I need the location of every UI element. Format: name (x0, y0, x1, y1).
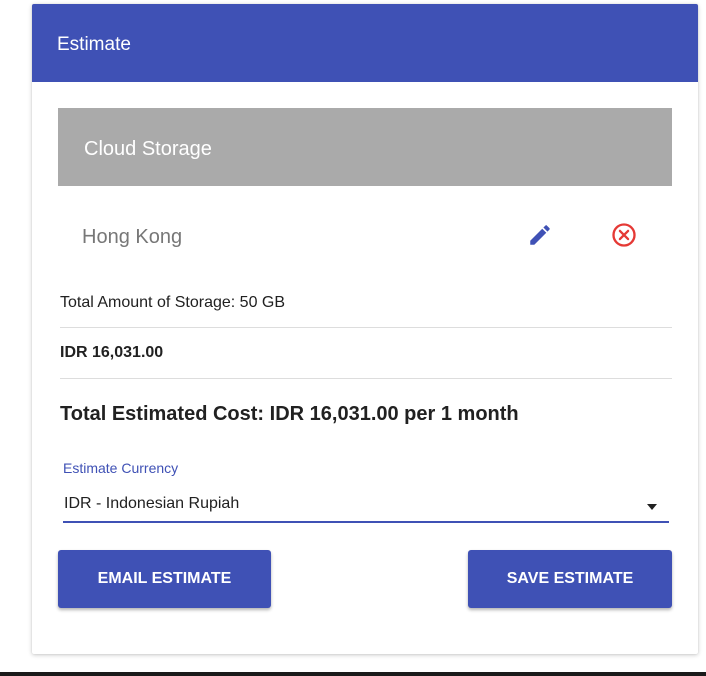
pencil-icon (530, 225, 550, 245)
service-header: Cloud Storage (58, 108, 672, 186)
email-estimate-button[interactable]: EMAIL ESTIMATE (58, 550, 271, 608)
total-estimated-cost: Total Estimated Cost: IDR 16,031.00 per … (60, 403, 519, 425)
card-header: Estimate (32, 4, 698, 82)
currency-select[interactable]: IDR - Indonesian Rupiah (63, 487, 669, 523)
service-name: Cloud Storage (84, 138, 212, 160)
edit-button[interactable] (524, 219, 556, 251)
estimate-card: Estimate Cloud Storage Hong Kong Total A… (32, 4, 698, 654)
card-title: Estimate (57, 34, 131, 55)
currency-label: Estimate Currency (63, 460, 179, 476)
storage-detail: Total Amount of Storage: 50 GB (60, 290, 672, 328)
dropdown-arrow-icon (647, 504, 657, 510)
currency-selected-value: IDR - Indonesian Rupiah (64, 495, 240, 512)
storage-detail-text: Total Amount of Storage: 50 GB (60, 294, 286, 311)
service-region: Hong Kong (82, 226, 183, 248)
close-circle-icon (612, 223, 636, 247)
remove-button[interactable] (608, 219, 640, 251)
save-estimate-button[interactable]: SAVE ESTIMATE (468, 550, 672, 608)
service-price-text: IDR 16,031.00 (60, 344, 164, 361)
bottom-divider (0, 672, 706, 676)
service-price: IDR 16,031.00 (60, 328, 672, 379)
